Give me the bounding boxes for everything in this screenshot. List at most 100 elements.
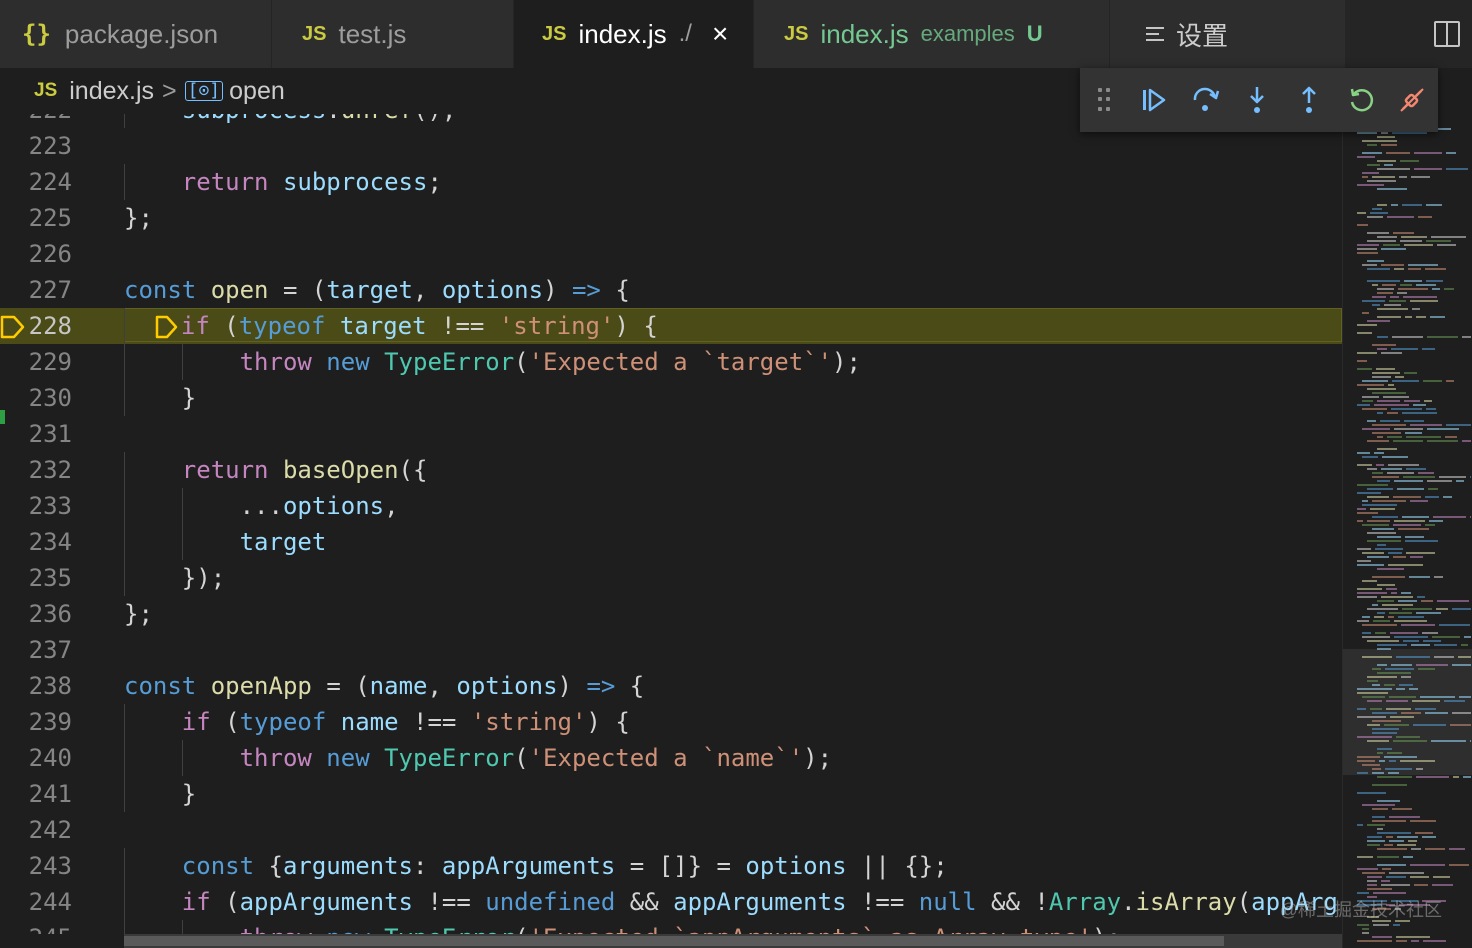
code-line[interactable]: 236}; [0, 596, 1342, 632]
minimap-code-row [1425, 524, 1435, 526]
minimap-code-row [1420, 696, 1455, 698]
code-line[interactable]: 243 const {arguments: appArguments = []}… [0, 848, 1342, 884]
horizontal-scrollbar[interactable] [124, 934, 1342, 948]
code-line[interactable]: 229 throw new TypeError('Expected a `tar… [0, 344, 1342, 380]
minimap-code-row [1372, 712, 1397, 714]
minimap-code-row [1386, 836, 1393, 838]
tab-package-json[interactable]: {} package.json [0, 0, 272, 68]
code-line[interactable]: 226 [0, 236, 1342, 272]
line-number[interactable]: 225 [0, 200, 72, 236]
minimap-code-row [1357, 772, 1368, 774]
line-number[interactable]: 240 [0, 740, 72, 776]
minimap-code-row [1367, 216, 1383, 218]
drag-handle-icon[interactable] [1098, 88, 1110, 112]
minimap-code-row [1434, 644, 1457, 646]
minimap-code-row [1373, 924, 1389, 926]
code-line[interactable]: 241 } [0, 776, 1342, 812]
code-line[interactable]: 232 return baseOpen({ [0, 452, 1342, 488]
minimap-code-row [1396, 688, 1405, 690]
disconnect-button[interactable] [1386, 74, 1438, 126]
line-number[interactable]: 233 [0, 488, 72, 524]
split-editor-button[interactable] [1422, 0, 1472, 68]
tab-index-js-examples[interactable]: JS index.js examples U [754, 0, 1110, 68]
minimap-code-row [1389, 300, 1406, 302]
code-line[interactable]: 224 return subprocess; [0, 164, 1342, 200]
minimap-code-row [1372, 392, 1406, 394]
code-line[interactable]: 239 if (typeof name !== 'string') { [0, 704, 1342, 740]
line-number[interactable]: 234 [0, 524, 72, 560]
code-text: if (typeof target !== 'string') { [124, 308, 658, 344]
line-number[interactable]: 223 [0, 128, 72, 164]
minimap-code-row [1370, 708, 1382, 710]
code-line[interactable]: 230 } [0, 380, 1342, 416]
minimap-code-row [1373, 892, 1406, 894]
step-over-button[interactable] [1180, 74, 1232, 126]
line-number[interactable]: 236 [0, 596, 72, 632]
line-number[interactable]: 239 [0, 704, 72, 740]
line-number[interactable]: 238 [0, 668, 72, 704]
code-line[interactable]: 244 if (appArguments !== undefined && ap… [0, 884, 1342, 920]
line-number[interactable]: 222 [0, 114, 72, 128]
line-number[interactable]: 244 [0, 884, 72, 920]
minimap[interactable] [1342, 114, 1472, 948]
minimap-code-row [1391, 408, 1422, 410]
minimap-code-row [1377, 308, 1408, 310]
breadcrumb-symbol[interactable]: open [229, 77, 285, 106]
line-number[interactable]: 228 [0, 308, 72, 344]
continue-button[interactable] [1128, 74, 1180, 126]
line-number[interactable]: 227 [0, 272, 72, 308]
line-number[interactable]: 237 [0, 632, 72, 668]
code-line[interactable]: 237 [0, 632, 1342, 668]
code-line[interactable]: 227 const open = (target, options) => { [0, 272, 1342, 308]
tab-settings[interactable]: 设置 [1110, 0, 1346, 68]
minimap-code-row [1357, 360, 1367, 362]
line-number[interactable]: 230 [0, 380, 72, 416]
minimap-code-row [1381, 880, 1390, 882]
tab-test-js[interactable]: JS test.js [272, 0, 514, 68]
code-line[interactable]: 238 const openApp = (name, options) => { [0, 668, 1342, 704]
minimap-code-row [1393, 924, 1400, 926]
code-line[interactable]: 245 throw new TypeError('Expected `appAr… [0, 920, 1342, 934]
inline-breakpoint-icon[interactable] [153, 315, 181, 339]
minimap-code-row [1362, 504, 1397, 506]
current-execution-line[interactable]: 228 if (typeof target !== 'string') { [0, 308, 1342, 344]
restart-button[interactable] [1335, 74, 1387, 126]
minimap-code-row [1357, 868, 1378, 870]
line-number[interactable]: 231 [0, 416, 72, 452]
minimap-code-row [1422, 348, 1435, 350]
minimap-code-row [1362, 580, 1377, 582]
step-into-button[interactable] [1231, 74, 1283, 126]
code-line[interactable]: 242 [0, 812, 1342, 848]
minimap-code-row [1357, 156, 1375, 158]
code-line[interactable]: 231 [0, 416, 1342, 452]
code-line[interactable]: 223 [0, 128, 1342, 164]
line-number[interactable]: 245 [0, 920, 72, 934]
minimap-code-row [1436, 608, 1448, 610]
minimap-code-row [1411, 644, 1430, 646]
step-out-button[interactable] [1283, 74, 1335, 126]
minimap-code-row [1357, 184, 1384, 186]
line-number[interactable]: 224 [0, 164, 72, 200]
code-line[interactable]: 235 }); [0, 560, 1342, 596]
line-number[interactable]: 242 [0, 812, 72, 848]
line-number[interactable]: 235 [0, 560, 72, 596]
line-number[interactable]: 229 [0, 344, 72, 380]
code-line[interactable]: 240 throw new TypeError('Expected a `nam… [0, 740, 1342, 776]
minimap-code-row [1384, 756, 1417, 758]
minimap-code-row [1367, 540, 1401, 542]
minimap-code-row [1367, 164, 1380, 166]
line-number[interactable]: 241 [0, 776, 72, 812]
breadcrumb-file[interactable]: index.js [69, 77, 154, 106]
close-icon[interactable]: × [712, 18, 728, 50]
code-editor[interactable]: 222 subprocess.unref(); 223224 return sub… [0, 114, 1342, 934]
line-number[interactable]: 243 [0, 848, 72, 884]
minimap-code-row [1416, 612, 1441, 614]
tab-index-js-active[interactable]: JS index.js ./ × [514, 0, 754, 68]
code-line[interactable]: 225}; [0, 200, 1342, 236]
code-line[interactable]: 234 target [0, 524, 1342, 560]
code-line[interactable]: 233 ...options, [0, 488, 1342, 524]
minimap-code-row [1401, 624, 1435, 626]
line-number[interactable]: 226 [0, 236, 72, 272]
line-number[interactable]: 232 [0, 452, 72, 488]
minimap-code-row [1400, 160, 1419, 162]
